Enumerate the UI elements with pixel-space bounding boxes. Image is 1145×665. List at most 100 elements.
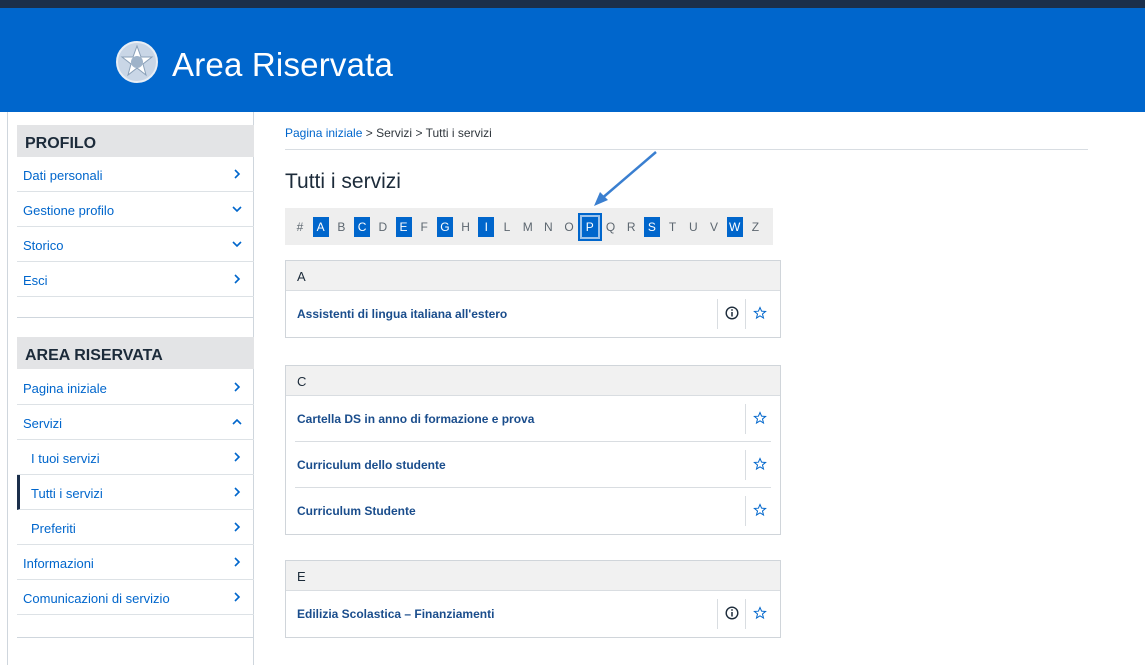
alpha-letter-b: B	[337, 220, 346, 234]
chevron-right-icon	[230, 167, 244, 181]
breadcrumb: Pagina iniziale > Servizi > Tutti i serv…	[285, 126, 492, 140]
sidebar-item-label: Pagina iniziale	[23, 381, 107, 396]
favorite-button[interactable]	[745, 450, 771, 480]
star-icon	[753, 306, 767, 320]
sidebar-item-informazioni[interactable]: Informazioni	[17, 545, 254, 580]
sidebar-item-label: Informazioni	[23, 556, 94, 571]
chevron-right-icon	[230, 450, 244, 464]
republic-emblem-icon	[116, 41, 158, 83]
breadcrumb-current: Tutti i servizi	[425, 126, 492, 140]
sidebar-item-label: Servizi	[23, 416, 63, 431]
service-row: Edilizia Scolastica – Finanziamenti	[295, 591, 771, 637]
breadcrumb-divider	[285, 149, 1088, 150]
info-button[interactable]	[717, 599, 745, 629]
sidebar-item-i-tuoi-servizi[interactable]: I tuoi servizi	[17, 440, 254, 475]
favorite-button[interactable]	[745, 299, 771, 329]
alpha-letter-g[interactable]: G	[436, 217, 453, 237]
service-row: Assistenti di lingua italiana all'estero	[295, 291, 771, 337]
group-letter-heading: E	[286, 561, 780, 591]
service-row: Curriculum Studente	[295, 488, 771, 534]
group-letter-heading: A	[286, 261, 780, 291]
sidebar-item-servizi[interactable]: Servizi	[17, 405, 254, 440]
service-row: Curriculum dello studente	[295, 442, 771, 488]
alpha-letter-q: Q	[605, 220, 616, 234]
chevron-right-icon	[230, 590, 244, 604]
alpha-letter-hash: #	[296, 220, 304, 234]
breadcrumb-sep: >	[365, 126, 373, 140]
app-header: Area Riservata	[0, 0, 1145, 112]
alpha-letter-c[interactable]: C	[354, 217, 371, 237]
sidebar-item-storico[interactable]: Storico	[17, 227, 254, 262]
chevron-right-icon	[230, 380, 244, 394]
chevron-right-icon	[230, 272, 244, 286]
service-group-a: A Assistenti di lingua italiana all'ester…	[285, 260, 781, 338]
alpha-letter-a[interactable]: A	[312, 217, 329, 237]
sidebar-item-label: Gestione profilo	[23, 203, 115, 218]
divider	[17, 317, 254, 318]
alpha-letter-e[interactable]: E	[395, 217, 412, 237]
divider	[17, 637, 254, 638]
sidebar-item-dati-personali[interactable]: Dati personali	[17, 157, 254, 192]
alpha-letter-v: V	[709, 220, 718, 234]
service-row: Cartella DS in anno di formazione e prov…	[295, 396, 771, 442]
sidebar-item-label: Comunicazioni di servizio	[23, 591, 170, 606]
star-icon	[753, 606, 767, 620]
sidebar-item-label: Storico	[23, 238, 64, 253]
chevron-right-icon	[230, 485, 244, 499]
sidebar-item-preferiti[interactable]: Preferiti	[17, 510, 254, 545]
page-title: Tutti i servizi	[285, 170, 401, 193]
alpha-letter-w[interactable]: W	[726, 217, 743, 237]
alpha-letter-n: N	[544, 220, 553, 234]
chevron-right-icon	[230, 520, 244, 534]
service-link[interactable]: Curriculum dello studente	[297, 458, 446, 472]
alpha-letter-s[interactable]: S	[643, 217, 660, 237]
favorite-button[interactable]	[745, 404, 771, 434]
alpha-letter-l: L	[503, 220, 511, 234]
sidebar-item-label: Esci	[23, 273, 48, 288]
star-icon	[753, 411, 767, 425]
alpha-letter-o: O	[564, 220, 574, 234]
service-link[interactable]: Cartella DS in anno di formazione e prov…	[297, 412, 534, 426]
area-section-title: AREA RISERVATA	[17, 337, 254, 369]
chevron-right-icon	[230, 555, 244, 569]
alpha-letter-h: H	[461, 220, 470, 234]
alphabet-filter-bar: # A B C D E F G H I L M N O P Q R S T U V W Z	[285, 208, 773, 245]
sidebar-item-gestione-profilo[interactable]: Gestione profilo	[17, 192, 254, 227]
alpha-letter-u: U	[688, 220, 698, 234]
alpha-letter-z: Z	[751, 220, 760, 234]
group-letter-heading: C	[286, 366, 780, 396]
alpha-letter-m: M	[522, 220, 533, 234]
service-group-c: C Cartella DS in anno di formazione e pro…	[285, 365, 781, 535]
chevron-down-icon	[230, 237, 244, 251]
chevron-up-icon	[230, 415, 244, 429]
sidebar-item-comunicazioni-di-servizio[interactable]: Comunicazioni di servizio	[17, 580, 254, 615]
star-icon	[753, 457, 767, 471]
breadcrumb-home-link[interactable]: Pagina iniziale	[285, 126, 362, 140]
sidebar-item-label: I tuoi servizi	[31, 451, 100, 466]
annotation-arrow-icon	[594, 151, 657, 206]
service-link[interactable]: Assistenti di lingua italiana all'estero	[297, 307, 507, 321]
alpha-letter-t: T	[668, 220, 677, 234]
alpha-letter-f: F	[420, 220, 428, 234]
alpha-letter-d: D	[378, 220, 388, 234]
info-button[interactable]	[717, 299, 745, 329]
alpha-letter-r: R	[626, 220, 636, 234]
service-link[interactable]: Curriculum Studente	[297, 504, 416, 518]
favorite-button[interactable]	[745, 599, 771, 629]
app-title: Area Riservata	[172, 46, 394, 83]
sidebar-item-esci[interactable]: Esci	[17, 262, 254, 297]
chevron-down-icon	[230, 202, 244, 216]
sidebar: PROFILO Dati personali Gestione profilo St…	[7, 112, 254, 665]
favorite-button[interactable]	[745, 496, 771, 526]
sidebar-item-label: Dati personali	[23, 168, 103, 183]
breadcrumb-services[interactable]: Servizi	[376, 126, 412, 140]
info-icon	[725, 306, 739, 320]
sidebar-item-label: Preferiti	[31, 521, 76, 536]
breadcrumb-sep: >	[415, 126, 423, 140]
alpha-letter-p[interactable]: P	[577, 213, 602, 241]
sidebar-item-tutti-i-servizi[interactable]: Tutti i servizi	[17, 475, 254, 510]
sidebar-item-pagina-iniziale[interactable]: Pagina iniziale	[17, 370, 254, 405]
service-link[interactable]: Edilizia Scolastica – Finanziamenti	[297, 607, 494, 621]
alpha-letter-i[interactable]: I	[478, 217, 495, 237]
star-icon	[753, 503, 767, 517]
